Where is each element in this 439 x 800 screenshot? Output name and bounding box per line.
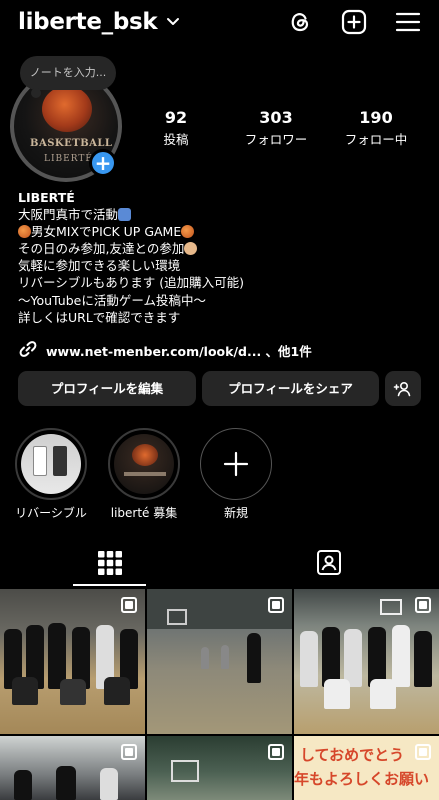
multi-post-icon [268, 744, 284, 760]
plus-icon [223, 451, 249, 477]
discover-people-button[interactable] [385, 371, 421, 406]
active-tab-indicator [73, 584, 146, 586]
note-bubble-tail [31, 88, 41, 98]
bio-line: その日のみ参加,友達との参加 [18, 240, 428, 257]
post-thumbnail[interactable] [0, 589, 145, 734]
multi-post-icon [268, 597, 284, 613]
bio-line: リバーシブルもあります (追加購入可能) [18, 275, 244, 291]
stat-followers[interactable]: 303 フォロワー [240, 108, 312, 148]
bio: LIBERTÉ 大阪門真市で活動 男女MIXでPICK UP GAME その日の… [18, 189, 428, 326]
grid-icon[interactable] [87, 548, 133, 576]
post-thumbnail[interactable]: しておめでとう 年もよろしくお願い [294, 736, 439, 800]
menu-icon[interactable] [394, 8, 422, 36]
post-grid: しておめでとう 年もよろしくお願い [0, 589, 439, 800]
stat-followers-count: 303 [259, 108, 293, 127]
post-thumbnail[interactable] [147, 589, 292, 734]
highlight-recruit[interactable]: liberté 募集 [108, 428, 180, 521]
multi-post-icon [415, 597, 431, 613]
highlight-ring [200, 428, 272, 500]
post-banner-text: しておめでとう [300, 746, 405, 764]
bio-line: 大阪門真市で活動 [18, 206, 428, 223]
post-banner-text: 年もよろしくお願い [294, 770, 430, 788]
bio-line: 詳しくはURLで確認できます [18, 309, 181, 325]
chevron-down-icon[interactable] [166, 15, 180, 29]
multi-post-icon [121, 744, 137, 760]
share-profile-button[interactable]: プロフィールをシェア [202, 371, 379, 406]
stat-posts[interactable]: 92 投稿 [149, 108, 203, 148]
multi-post-icon [415, 744, 431, 760]
add-story-button[interactable]: + [89, 149, 117, 177]
multi-post-icon [121, 597, 137, 613]
stat-followers-label: フォロワー [244, 132, 308, 147]
add-person-icon [393, 381, 411, 397]
highlight-ring [15, 428, 87, 500]
highlight-reversible[interactable]: リバーシブル [15, 428, 87, 521]
highlight-label: 新規 [223, 506, 248, 520]
basketball-player-icon [118, 208, 132, 222]
stat-posts-label: 投稿 [163, 132, 189, 147]
highlight-label: リバーシブル [15, 506, 87, 520]
basketball-icon [18, 225, 31, 239]
stat-posts-count: 92 [164, 108, 188, 127]
avatar-logo-subtext: LIBERTÉ [44, 154, 93, 164]
display-name: LIBERTÉ [18, 190, 75, 205]
note-bubble[interactable]: ノートを入力... [20, 56, 116, 90]
stat-following-count: 190 [359, 108, 393, 127]
threads-icon[interactable] [286, 8, 314, 36]
post-thumbnail[interactable] [147, 736, 292, 800]
stat-following-label: フォロー中 [344, 132, 408, 147]
person-gesture-icon [184, 242, 198, 256]
stat-following[interactable]: 190 フォロー中 [340, 108, 412, 148]
basketball-icon [181, 225, 195, 239]
bio-line: 気軽に参加できる楽しい環境 [18, 258, 181, 274]
profile-username[interactable]: liberte_bsk [18, 9, 158, 35]
bio-line: 男女MIXでPICK UP GAME [18, 223, 428, 240]
basketball-logo-icon [42, 86, 92, 132]
bio-line: 〜YouTubeに活動ゲーム投稿中〜 [18, 292, 206, 308]
avatar-logo-text: BASKETBALL [30, 138, 113, 149]
highlight-new[interactable]: 新規 [200, 428, 272, 521]
highlight-label: liberté 募集 [110, 506, 178, 520]
highlight-cover [21, 434, 81, 494]
post-thumbnail[interactable] [294, 589, 439, 734]
post-thumbnail[interactable] [0, 736, 145, 800]
highlight-cover [114, 434, 174, 494]
top-bar: liberte_bsk [0, 0, 439, 48]
tagged-icon[interactable] [306, 548, 352, 576]
edit-profile-button[interactable]: プロフィールを編集 [18, 371, 196, 406]
plus-icon: + [94, 151, 112, 175]
bio-link-text[interactable]: www.net-menber.com/look/d... 、他1件 [46, 341, 312, 360]
highlight-ring [108, 428, 180, 500]
add-post-icon[interactable] [340, 8, 368, 36]
link-icon [19, 341, 37, 357]
